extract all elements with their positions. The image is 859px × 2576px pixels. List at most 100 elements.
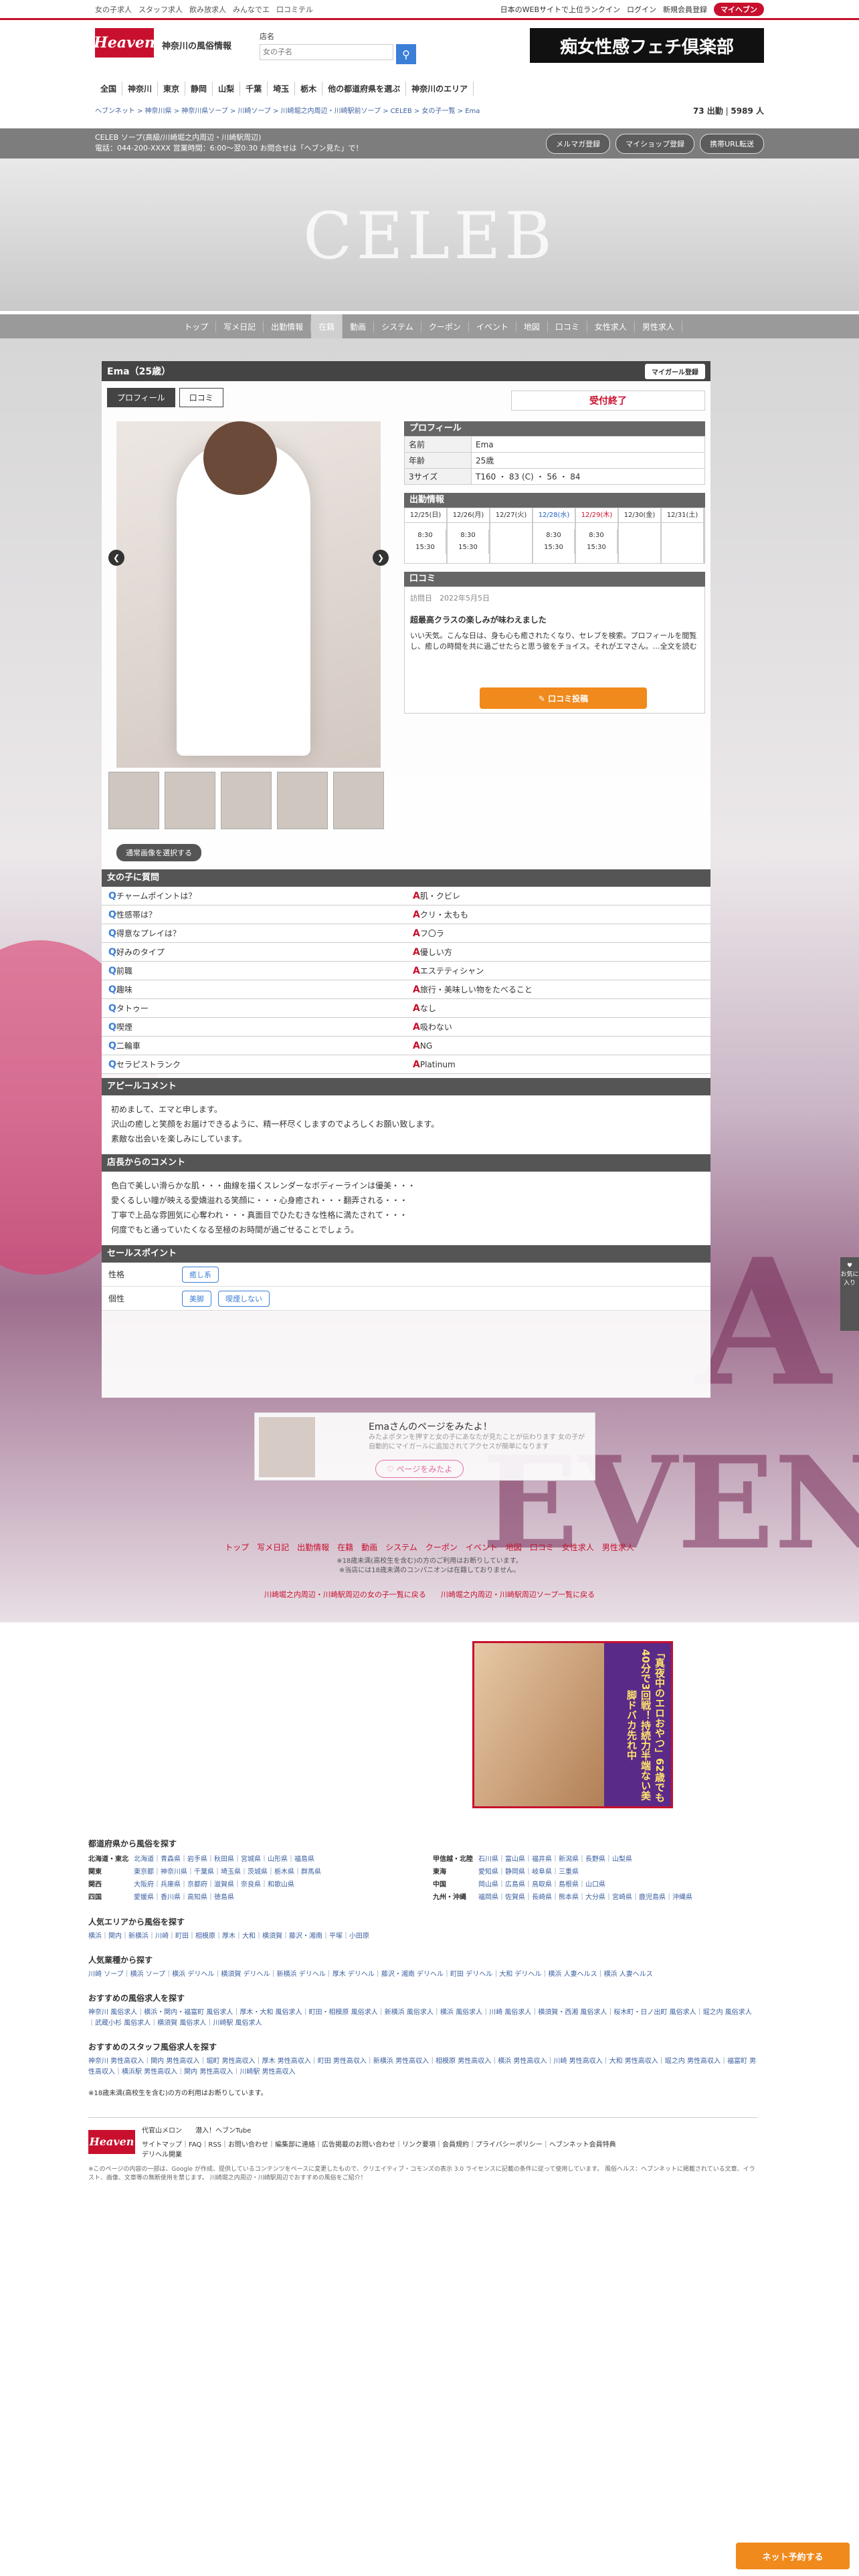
sales-tag[interactable]: 癒し系: [182, 1266, 219, 1283]
pref-links[interactable]: 岡山県｜広島県｜鳥取県｜島根県｜山口県: [478, 1879, 605, 1889]
myshop-button[interactable]: マイショップ登録: [615, 134, 695, 154]
breadcrumb-path[interactable]: ヘブンネット > 神奈川県 > 神奈川県ソープ > 川崎ソープ > 川崎堀之内周…: [95, 105, 480, 116]
login-link[interactable]: ログイン: [627, 4, 656, 15]
pref-links[interactable]: 福岡県｜佐賀県｜長崎県｜熊本県｜大分県｜宮崎県｜鹿児島県｜沖縄県: [478, 1891, 692, 1901]
sales-heading: セールスポイント: [102, 1245, 710, 1263]
mailmag-button[interactable]: メルマガ登録: [546, 134, 611, 154]
shop-tab[interactable]: イベント: [469, 320, 516, 332]
back-links[interactable]: 川崎堀之内周辺・川崎駅周辺の女の子一覧に戻る 川崎堀之内周辺・川崎駅周辺ソープ一…: [0, 1589, 859, 1600]
shop-tab[interactable]: 動画: [343, 320, 375, 332]
shop-tab[interactable]: 地図: [516, 320, 548, 332]
bottom-nav-link[interactable]: 男性求人: [598, 1543, 638, 1552]
area-tab[interactable]: 千葉: [240, 82, 268, 96]
search-input[interactable]: [260, 44, 394, 60]
normal-image-button[interactable]: 通常画像を選択する: [116, 844, 201, 861]
pref-links[interactable]: 愛媛県｜香川県｜高知県｜徳島県: [134, 1891, 234, 1901]
pref-links[interactable]: 石川県｜富山県｜福井県｜新潟県｜長野県｜山梨県: [478, 1853, 632, 1863]
site-logo[interactable]: Heaven: [94, 28, 155, 58]
schedule-time: 8:30 15:30: [533, 523, 575, 563]
pref-links[interactable]: 東京都｜神奈川県｜千葉県｜埼玉県｜茨城県｜栃木県｜群馬県: [134, 1866, 321, 1876]
schedule-heading: 出勤情報: [404, 493, 705, 508]
area-tab[interactable]: 栃木: [295, 82, 323, 96]
top-link[interactable]: スタッフ求人: [138, 4, 183, 15]
top-link[interactable]: 飲み放求人: [189, 4, 226, 15]
bottom-nav-link[interactable]: 在籍: [333, 1543, 357, 1552]
area-tab[interactable]: 神奈川: [122, 82, 159, 96]
footer-open-link[interactable]: デリヘル開業: [142, 2149, 616, 2159]
review-title[interactable]: 超最高クラスの楽しみが味わえました: [410, 614, 699, 625]
thumbnail[interactable]: [221, 772, 272, 829]
top-link[interactable]: 口コミテル: [276, 4, 313, 15]
mobile-url-button[interactable]: 携帯URL転送: [700, 134, 764, 154]
bottom-nav-link[interactable]: 女性求人: [558, 1543, 598, 1552]
staff-links[interactable]: 神奈川 男性高収入｜関内 男性高収入｜堀町 男性高収入｜厚木 男性高収入｜町田 …: [88, 2056, 757, 2078]
pref-row: 四国 愛媛県｜香川県｜高知県｜徳島県: [88, 1891, 413, 1901]
hero-logo: CELEB: [303, 199, 556, 274]
shop-tab[interactable]: 男性求人: [635, 320, 682, 332]
area-tab[interactable]: 東京: [158, 82, 186, 96]
myheaven-button[interactable]: マイヘブン: [714, 2, 764, 16]
mitayo-button[interactable]: ♡ ページをみたよ: [375, 1460, 464, 1478]
rank-notice: 日本のWEBサイトで上位ランクイン: [500, 5, 620, 14]
thumbnail[interactable]: [277, 772, 328, 829]
shop-tab[interactable]: 写メ日記: [216, 320, 264, 332]
shop-tab-active[interactable]: 在籍: [311, 314, 343, 339]
mitayo-title: Emaさんのページをみたよ！: [369, 1422, 492, 1432]
shop-tab[interactable]: 口コミ: [548, 320, 587, 332]
bottom-nav-link[interactable]: イベント: [462, 1543, 502, 1552]
pop-area-links[interactable]: 横浜｜関内｜新横浜｜川崎｜町田｜相模原｜厚木｜大和｜横須賀｜藤沢・湘南｜平塚｜小…: [88, 1931, 757, 1942]
top-link[interactable]: 女の子求人: [95, 4, 132, 15]
thumbnail[interactable]: [108, 772, 159, 829]
thumbnail[interactable]: [165, 772, 215, 829]
area-tab[interactable]: 静岡: [185, 82, 213, 96]
post-review-button[interactable]: ✎ 口コミ投稿: [480, 687, 647, 709]
area-tab[interactable]: 神奈川のエリア: [406, 82, 474, 96]
tab-profile[interactable]: プロフィール: [107, 388, 175, 407]
pop-type-links[interactable]: 川崎 ソープ｜横浜 ソープ｜横浜 デリヘル｜横須賀 デリヘル｜新横浜 デリヘル｜…: [88, 1969, 757, 1980]
pref-links[interactable]: 愛知県｜静岡県｜岐阜県｜三重県: [478, 1866, 579, 1876]
schedule-time: [662, 523, 704, 563]
job-links[interactable]: 神奈川 風俗求人｜横浜・関内・福富町 風俗求人｜厚木・大和 風俗求人｜町田・相模…: [88, 2008, 757, 2029]
top-link[interactable]: みんなでエ: [233, 4, 270, 15]
side-widget[interactable]: ♥ お気に入り: [840, 1257, 859, 1331]
schedule-day: 12/25(日) 8:30 15:30: [405, 508, 448, 563]
prev-arrow-icon[interactable]: ❮: [108, 550, 124, 566]
bottom-nav-link[interactable]: 動画: [357, 1543, 381, 1552]
bottom-nav-link[interactable]: 写メ日記: [253, 1543, 293, 1552]
area-tab[interactable]: 他の都道府県を選ぶ: [322, 82, 407, 96]
bottom-nav-link[interactable]: クーポン: [421, 1543, 462, 1552]
sales-tag[interactable]: 喫煙しない: [218, 1290, 270, 1307]
search-icon[interactable]: ⚲: [396, 44, 417, 64]
comment-line: 何度でもと通っていたくなる至極のお時間が過ごせることでしょう。: [111, 1225, 359, 1235]
net-reserve-button[interactable]: ネット予約する: [736, 2543, 850, 2569]
bottom-nav-link[interactable]: トップ: [221, 1543, 253, 1552]
area-tab[interactable]: 山梨: [213, 82, 241, 96]
shop-phone: 電話：044-200-XXXX 営業時間：6:00～翌0:30 お問合せは「ヘブ…: [95, 144, 363, 152]
girl-photo[interactable]: [116, 421, 381, 768]
tab-review[interactable]: 口コミ: [179, 388, 223, 407]
mygirl-button[interactable]: マイガール登録: [645, 363, 705, 379]
bottom-nav-link[interactable]: 出勤情報: [293, 1543, 333, 1552]
footer-sub-links[interactable]: 代官山メロン 潜入！ヘブンTube: [142, 2125, 616, 2135]
next-arrow-icon[interactable]: ❯: [373, 550, 389, 566]
pref-links[interactable]: 北海道｜青森県｜岩手県｜秋田県｜宮城県｜山形県｜福島県: [134, 1853, 314, 1863]
bottom-nav-link[interactable]: 口コミ: [526, 1543, 558, 1552]
footer-main-links[interactable]: サイトマップ｜FAQ｜RSS｜お問い合わせ｜編集部に連絡｜広告掲載のお問い合わせ…: [142, 2139, 616, 2149]
shop-tab[interactable]: 出勤情報: [264, 320, 312, 332]
ad-banner[interactable]: 「真夜中のエロおやつ」62歳でも40分で3回戦！持続力半端ない美脚ドバカ先れ中: [472, 1641, 673, 1808]
thumbnail[interactable]: [333, 772, 384, 829]
register-link[interactable]: 新規会員登録: [663, 4, 707, 15]
footer-logo[interactable]: Heaven: [88, 2129, 135, 2154]
bottom-nav-link[interactable]: 地図: [502, 1543, 526, 1552]
area-tab[interactable]: 埼玉: [268, 82, 296, 96]
top-banner[interactable]: 痴女性感フェチ倶楽部: [530, 28, 764, 63]
area-tab[interactable]: 全国: [95, 82, 123, 96]
shop-tab[interactable]: トップ: [177, 320, 217, 332]
shop-tab[interactable]: クーポン: [421, 320, 469, 332]
shop-tab[interactable]: システム: [374, 320, 421, 332]
bottom-nav-link[interactable]: システム: [381, 1543, 421, 1552]
shop-tab[interactable]: 女性求人: [587, 320, 635, 332]
shop-comment-text: 色白で美しい滑らかな肌・・・曲線を描くスレンダーなボディーラインは優美・・・ 愛…: [102, 1172, 710, 1244]
sales-tag[interactable]: 美脚: [182, 1290, 211, 1307]
pref-links[interactable]: 大阪府｜兵庫県｜京都府｜滋賀県｜奈良県｜和歌山県: [134, 1879, 294, 1889]
